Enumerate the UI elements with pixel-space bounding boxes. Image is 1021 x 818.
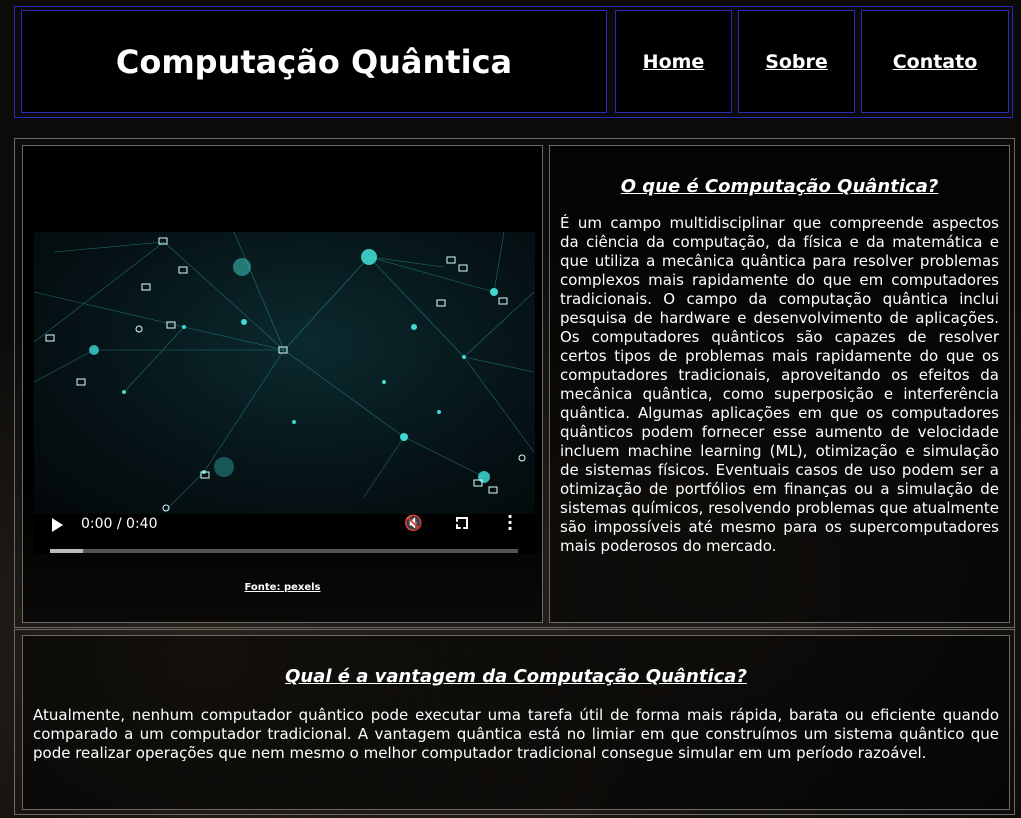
page-title: Computação Quântica — [115, 42, 513, 81]
network-visual — [34, 232, 535, 513]
video-frame[interactable] — [34, 232, 535, 514]
advantage-panel: Qual é a vantagem da Computação Quântica… — [22, 635, 1010, 810]
site-header: Computação Quântica Home Sobre Contato — [14, 6, 1013, 118]
nav-link-sobre[interactable]: Sobre — [765, 51, 828, 73]
video-progress-bar[interactable] — [50, 549, 518, 553]
video-source: Fonte: pexels — [23, 582, 542, 593]
video-panel: 0:00 / 0:40 🔇 · · · Fonte: pexels — [22, 145, 543, 623]
section-body: É um campo multidisciplinar que compreen… — [560, 214, 999, 555]
nav-item-sobre: Sobre — [738, 10, 855, 113]
video-controls: 0:00 / 0:40 🔇 · · · — [34, 509, 535, 554]
volume-icon[interactable]: 🔇 — [404, 514, 423, 532]
nav-link-home[interactable]: Home — [643, 51, 705, 73]
title-box: Computação Quântica — [21, 10, 607, 113]
nav-link-contato[interactable]: Contato — [893, 51, 978, 73]
nav-item-home: Home — [615, 10, 732, 113]
video-player[interactable]: 0:00 / 0:40 🔇 · · · — [34, 232, 535, 554]
main-section: 0:00 / 0:40 🔇 · · · Fonte: pexels O que é … — [14, 138, 1015, 628]
section-what-is: O que é Computação Quântica? É um campo … — [549, 145, 1010, 623]
video-progress-fill — [50, 549, 83, 553]
more-options-icon[interactable]: · · · — [507, 509, 513, 537]
video-time: 0:00 / 0:40 — [81, 516, 158, 532]
section-body: Atualmente, nenhum computador quântico p… — [33, 706, 999, 762]
play-icon[interactable] — [52, 518, 63, 532]
fullscreen-icon[interactable] — [456, 517, 468, 529]
source-link[interactable]: Fonte: pexels — [244, 582, 320, 593]
section-heading: O que é Computação Quântica? — [620, 176, 939, 197]
advantage-section: Qual é a vantagem da Computação Quântica… — [14, 629, 1015, 815]
section-heading: Qual é a vantagem da Computação Quântica… — [285, 666, 747, 687]
nav-item-contato: Contato — [861, 10, 1009, 113]
